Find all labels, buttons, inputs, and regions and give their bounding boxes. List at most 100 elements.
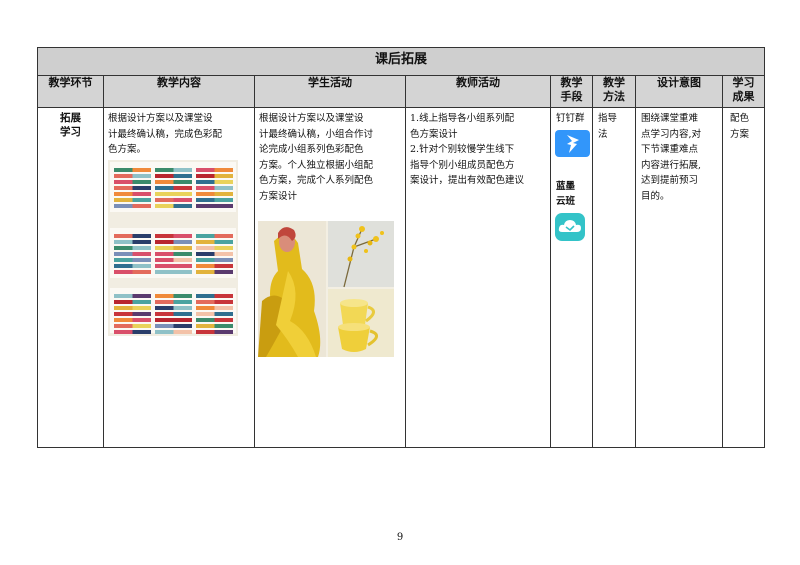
swatch-strip: [155, 173, 192, 178]
swatch-strip: [196, 305, 233, 310]
cell-intent: 围绕课堂重难 点学习内容,对 下节课重难点 内容进行拓展, 达到提前预习 目的。: [635, 107, 723, 448]
stage-line: 拓展: [60, 112, 81, 124]
swatch-strip: [196, 263, 233, 268]
swatch-strip: [155, 197, 192, 202]
page-number: 9: [396, 532, 404, 543]
swatch-strip: [114, 251, 151, 256]
student-line: 色方案，完成个人系列配色: [259, 175, 374, 186]
teacher-line: 案设计，提出有效配色建议: [410, 175, 525, 186]
swatch-strip: [196, 257, 233, 262]
swatch-strip: [155, 179, 192, 184]
swatch-strip: [196, 329, 233, 334]
swatch-panel: [110, 287, 236, 334]
student-line: 方案设计: [259, 190, 298, 202]
content-line: 计最终确认稿，完成色彩配: [108, 128, 223, 140]
swatch-strip: [196, 197, 233, 202]
swatch-strip: [155, 167, 192, 172]
outcome-line: 方案: [730, 128, 750, 140]
swatch-strip: [155, 311, 192, 316]
swatch-strip: [155, 305, 192, 310]
cell-student: 根据设计方案以及课堂设 计最终确认稿，小组合作讨 论完成小组系列色彩配色 方案。…: [254, 107, 406, 448]
header-method-line: 方法: [603, 90, 625, 103]
swatch-strip: [114, 179, 151, 184]
swatch-strip: [114, 293, 151, 298]
content-line: 根据设计方案以及课堂设: [108, 113, 213, 124]
intent-line: 目的。: [641, 190, 670, 202]
swatch-strip: [196, 191, 233, 196]
cell-content: 根据设计方案以及课堂设 计最终确认稿，完成色彩配 色方案。: [103, 107, 255, 448]
swatch-strip: [114, 173, 151, 178]
header-teacher: 教师活动: [405, 75, 551, 108]
swatch-strip: [196, 167, 233, 172]
intent-line: 围绕课堂重难: [641, 113, 699, 124]
swatch-strip: [114, 185, 151, 190]
method-line: 指导: [598, 113, 618, 124]
teacher-line: 色方案设计: [410, 128, 458, 140]
swatch-strip: [114, 305, 151, 310]
swatch-strip: [196, 245, 233, 250]
color-scheme-swatches-image: [108, 159, 238, 336]
swatch-strip: [155, 233, 192, 238]
header-outcome-line: 成果: [732, 90, 755, 103]
header-outcome-line: 学习: [732, 76, 755, 89]
header-means-line: 手段: [560, 90, 583, 103]
swatch-strip: [155, 323, 192, 328]
intent-line: 下节课重难点: [641, 144, 699, 155]
lesson-plan-table: 课后拓展 教学环节 教学内容 学生活动 教师活动 教学 手段 教学 方法 设计意图 …: [36, 47, 766, 448]
header-student: 学生活动: [254, 75, 406, 108]
swatch-strip: [155, 329, 192, 334]
swatch-strip: [114, 239, 151, 244]
header-stage: 教学环节: [37, 75, 104, 108]
swatch-strip: [155, 185, 192, 190]
swatch-strip: [196, 251, 233, 256]
swatch-strip: [155, 203, 192, 208]
swatch-strip: [155, 191, 192, 196]
header-content: 教学内容: [103, 75, 255, 108]
cell-outcome: 配色 方案: [721, 107, 766, 448]
swatch-strip: [155, 245, 192, 250]
swatch-strip: [114, 167, 151, 172]
swatch-strip: [196, 185, 233, 190]
teacher-line: 指导个别小组成员配色方: [410, 159, 515, 171]
swatch-strip: [114, 197, 151, 202]
swatch-strip: [155, 317, 192, 322]
tool-mosoteach-label: 云班: [556, 196, 576, 207]
cell-teacher: 1.线上指导各小组系列配 色方案设计 2.针对个别较慢学生线下 指导个别小组成员…: [405, 107, 551, 448]
intent-line: 达到提前预习: [641, 175, 699, 186]
swatch-strip: [155, 257, 192, 262]
swatch-strip: [196, 203, 233, 208]
intent-line: 点学习内容,对: [641, 128, 702, 140]
swatch-strip: [196, 299, 233, 304]
swatch-strip: [196, 323, 233, 328]
swatch-strip: [155, 239, 192, 244]
cell-stage: 拓展 学习: [37, 107, 104, 448]
cell-method: 指导 法: [592, 107, 636, 448]
document-page: 课后拓展 教学环节 教学内容 学生活动 教师活动 教学 手段 教学 方法 设计意图 …: [0, 0, 800, 565]
swatch-strip: [155, 299, 192, 304]
swatch-strip: [114, 317, 151, 322]
swatch-strip: [114, 257, 151, 262]
stage-line: 学习: [60, 126, 81, 138]
header-outcome: 学习 成果: [721, 75, 766, 108]
swatch-strip: [114, 233, 151, 238]
swatch-strip: [114, 269, 151, 274]
swatch-strip: [114, 203, 151, 208]
dingtalk-icon: [555, 129, 590, 157]
student-line: 根据设计方案以及课堂设: [259, 113, 364, 124]
tool-dingtalk-label: 钉钉群: [556, 113, 585, 124]
outcome-line: 配色: [730, 113, 750, 124]
swatch-strip: [196, 311, 233, 316]
swatch-panel: [110, 161, 236, 212]
tool-mosoteach-label: 蓝墨: [556, 180, 576, 192]
swatch-strip: [196, 317, 233, 322]
swatch-panel: [110, 227, 236, 278]
swatch-strip: [114, 311, 151, 316]
section-title: 课后拓展: [36, 47, 766, 76]
swatch-strip: [196, 269, 233, 274]
swatch-strip: [114, 191, 151, 196]
swatch-strip: [196, 239, 233, 244]
cell-means: 钉钉群 蓝墨 云班: [550, 107, 593, 448]
header-intent: 设计意图: [635, 75, 723, 108]
swatch-strip: [196, 173, 233, 178]
swatch-strip: [196, 233, 233, 238]
